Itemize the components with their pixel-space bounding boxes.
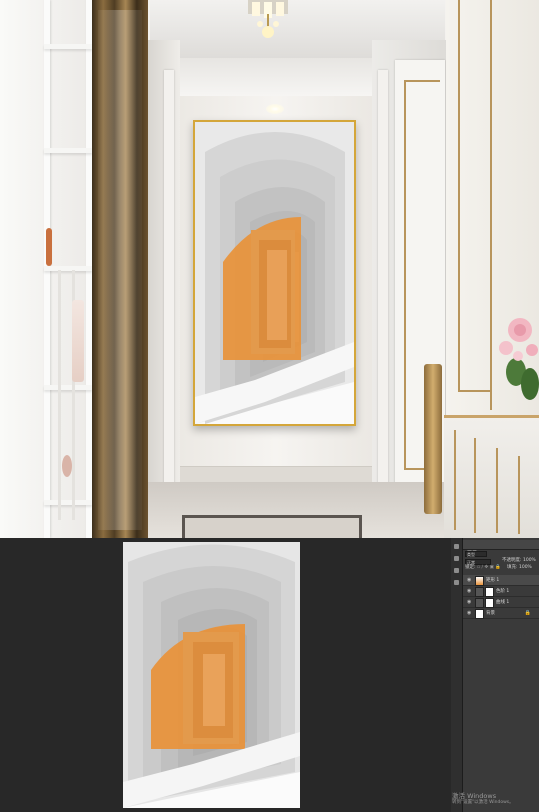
chair-back (424, 364, 442, 514)
adjustment-icon (475, 587, 484, 597)
watermark-title: 激活 Windows (452, 792, 497, 800)
layer-mask-thumbnail (485, 598, 494, 608)
watermark-subtitle: 转到"设置"以激活 Windows。 (452, 800, 514, 805)
cabinet-gold-trim (490, 0, 492, 410)
left-door-frame (164, 70, 174, 510)
ceiling-spotlight (266, 104, 284, 114)
shelf-board (44, 44, 92, 49)
shelf-divider (58, 270, 61, 520)
layer-row-curves[interactable]: ◉ 曲线 1 (463, 597, 539, 608)
fill-label: 填充: (507, 565, 518, 570)
fill-value[interactable]: 100% (519, 565, 532, 570)
layer-name: 色阶 1 (496, 589, 510, 594)
door-gold-trim (404, 80, 406, 470)
layer-row-levels[interactable]: ◉ 色阶 1 (463, 586, 539, 597)
interior-mockup (0, 0, 539, 538)
gold-glass-cabinet (92, 0, 148, 538)
layer-mask-thumbnail (485, 587, 494, 597)
right-door-frame (378, 70, 388, 510)
visibility-eye-icon[interactable]: ◉ (467, 600, 472, 605)
layer-name: 矩形 1 (486, 578, 500, 583)
shelf-board (44, 266, 92, 271)
lock-icon: 🔒 (524, 610, 531, 616)
arch-corridor-art (195, 122, 354, 424)
document-canvas[interactable] (123, 542, 300, 808)
shelf-board (44, 500, 92, 505)
lock-label: 锁定: (465, 565, 476, 570)
visibility-eye-icon[interactable]: ◉ (467, 578, 472, 583)
layers-tab[interactable]: 图层 (463, 540, 539, 557)
table-gold-trim (474, 438, 476, 533)
layer-kind-filter[interactable]: 类型 (465, 551, 487, 557)
shelf-board (44, 385, 92, 390)
cabinet-gold-trim (458, 390, 492, 392)
layer-row-background[interactable]: ◉ 背景 🔒 (463, 608, 539, 619)
panel-toggle-icon[interactable] (454, 568, 459, 573)
console-table (444, 415, 539, 538)
layer-thumbnail (475, 609, 484, 619)
adjustment-icon (475, 598, 484, 608)
fill-row: 填充: 100% (507, 563, 539, 573)
canvas-artwork (123, 542, 300, 808)
panel-toggle-icon[interactable] (454, 580, 459, 585)
panel-toggle-icon[interactable] (454, 544, 459, 549)
layer-thumbnail (475, 576, 484, 586)
table-gold-trim (496, 448, 498, 533)
windows-activation-watermark: 激活 Windows 转到"设置"以激活 Windows。 (452, 792, 514, 806)
visibility-eye-icon[interactable]: ◉ (467, 611, 472, 616)
cabinet-gold-trim (458, 0, 460, 390)
panel-toggle-icon[interactable] (454, 556, 459, 561)
glass-reflection (98, 10, 142, 530)
layer-name: 曲线 1 (496, 600, 510, 605)
layer-name: 背景 (486, 611, 495, 616)
lock-icons[interactable]: ▫ ∕ ✥ ▣ 🔒 (477, 565, 501, 570)
door-gold-trim (404, 80, 440, 82)
ceiling-recess (168, 58, 383, 98)
baseboard (180, 466, 372, 483)
decor-book (46, 228, 52, 266)
decor-figurine (62, 455, 72, 477)
shelf-board (44, 148, 92, 153)
layer-row-rect[interactable]: ◉ 矩形 1 (463, 575, 539, 586)
panel-icon-strip (451, 538, 463, 812)
rose-bouquet-icon (499, 318, 539, 400)
table-gold-trim (454, 430, 456, 530)
chandelier-icon (248, 0, 288, 38)
framed-artwork (193, 120, 356, 426)
table-gold-trim (518, 456, 520, 534)
floor-inlay (182, 515, 362, 538)
bookshelf (0, 0, 92, 538)
decor-vase (72, 300, 84, 382)
visibility-eye-icon[interactable]: ◉ (467, 589, 472, 594)
